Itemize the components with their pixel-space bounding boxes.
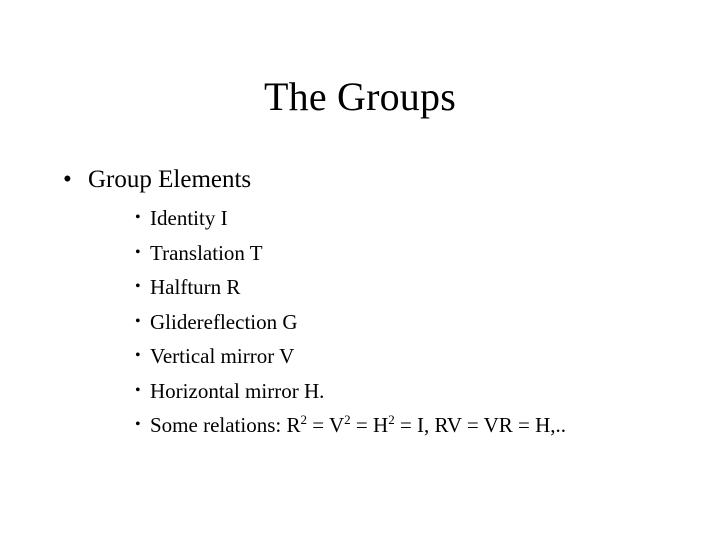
list-item-glidereflection: • Glidereflection G [0, 310, 720, 334]
list-item-label: Identity I [150, 206, 228, 230]
list-item-label: Glidereflection G [150, 309, 298, 334]
slide-body: • Group Elements • Identity I • Translat… [0, 164, 720, 437]
bullet-point-icon: • [135, 416, 141, 433]
bullet-level1-group-elements: • Group Elements [0, 164, 720, 196]
list-item-relations: • Some relations: R2 = V2 = H2 = I, RV =… [0, 413, 720, 437]
list-item-vertical-mirror: • Vertical mirror V [0, 344, 720, 368]
bullet-point-icon: • [63, 166, 72, 193]
list-item-translation: • Translation T [0, 241, 720, 265]
bullet-point-icon: • [135, 312, 141, 330]
relations-suffix: = I, RV = VR = H,.. [394, 413, 567, 437]
relations-prefix: Some relations: R [150, 413, 301, 437]
list-item-label: Halfturn R [150, 275, 241, 299]
list-item-label: Translation T [150, 240, 263, 265]
bullet-point-icon: • [135, 243, 141, 261]
relations-mid-1: = V [307, 413, 345, 437]
list-item-horizontal-mirror: • Horizontal mirror H. [0, 379, 720, 403]
bullet-level1-label: Group Elements [88, 166, 252, 193]
bullet-level2-list: • Identity I • Translation T • Halfturn … [0, 206, 720, 437]
list-item-halfturn: • Halfturn R [0, 275, 720, 299]
slide: The Groups • Group Elements • Identity I… [0, 0, 720, 540]
list-item-label: Vertical mirror V [150, 344, 295, 368]
list-item-label: Some relations: R2 = V2 = H2 = I, RV = V… [150, 413, 566, 437]
bullet-point-icon: • [135, 381, 141, 399]
bullet-point-icon: • [135, 347, 141, 364]
relations-mid-2: = H [350, 413, 389, 437]
slide-title: The Groups [264, 74, 456, 119]
list-item-label: Horizontal mirror H. [150, 378, 325, 403]
list-item-identity: • Identity I [0, 206, 720, 230]
bullet-point-icon: • [135, 278, 141, 295]
bullet-point-icon: • [135, 209, 141, 226]
